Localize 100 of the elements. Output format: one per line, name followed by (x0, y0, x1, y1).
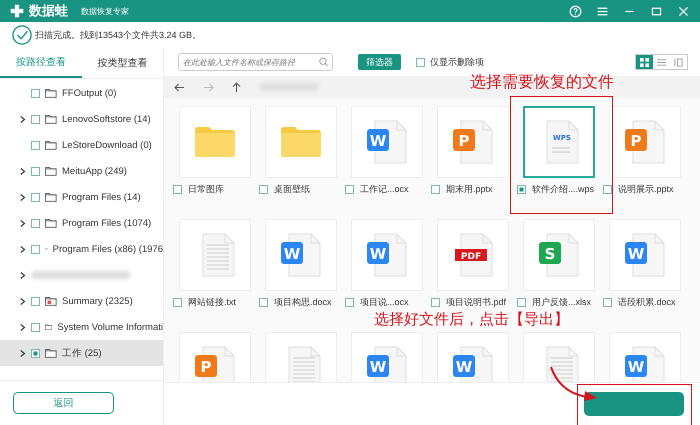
checkbox[interactable] (31, 244, 40, 254)
tree-row[interactable]: Program Files (1074) (0, 210, 163, 236)
folder-label[interactable]: LenovoSoftstore (14) (62, 114, 151, 124)
tree-row[interactable]: Program Files (x86) (1976 (0, 236, 163, 262)
folder-label[interactable]: Program Files (1074) (62, 218, 152, 228)
up-arrow-icon[interactable] (232, 82, 241, 92)
tree-row[interactable]: System Volume Informati (0, 314, 163, 340)
folder-label[interactable]: MeituApp (249) (62, 166, 127, 176)
checkbox[interactable] (345, 298, 354, 306)
checkbox[interactable] (173, 184, 182, 194)
file-tile[interactable]: W (350, 219, 422, 291)
folder-label[interactable]: Summary (2325) (62, 296, 133, 306)
annotation-text: 选择好文件后，点击【导出】 (374, 311, 569, 329)
file-name: 软件介绍....wps (532, 182, 594, 196)
file-tile[interactable]: W (436, 332, 508, 382)
folder-icon (280, 127, 320, 157)
chevron-icon[interactable] (20, 322, 26, 332)
check-circle-icon (12, 25, 32, 45)
cross-logo-icon (10, 4, 24, 18)
checkbox[interactable] (517, 184, 526, 194)
grid-view-button[interactable] (636, 55, 653, 69)
file-tile[interactable] (264, 106, 336, 178)
checkbox[interactable] (431, 298, 440, 306)
folder-icon (45, 88, 57, 98)
chevron-icon[interactable] (20, 218, 26, 228)
view-tab[interactable]: 按类型查看 (82, 48, 163, 78)
checkbox[interactable] (31, 322, 40, 332)
tree-row[interactable]: MeituApp (249) (0, 158, 163, 184)
checkbox[interactable] (603, 298, 612, 306)
menu-icon[interactable] (596, 4, 609, 18)
folder-label[interactable]: FFOutput (0) (62, 88, 116, 98)
checkbox[interactable] (416, 58, 425, 66)
chevron-icon[interactable] (20, 114, 26, 124)
export-button[interactable] (584, 392, 684, 416)
chevron-icon[interactable] (20, 166, 26, 176)
folder-icon (45, 322, 52, 332)
chevron-icon[interactable] (20, 348, 26, 358)
folder-icon (45, 192, 57, 202)
checkbox[interactable] (31, 296, 40, 306)
search-field[interactable]: 在此处输入文件名称或保存路径 (178, 53, 333, 71)
checkbox[interactable] (173, 298, 182, 306)
tree-row[interactable]: FFOutput (0) (0, 80, 163, 106)
file-tile[interactable]: W (608, 219, 680, 291)
folder-icon (45, 218, 57, 228)
checkbox[interactable] (31, 166, 40, 176)
panel-icon (674, 58, 683, 66)
tree-row[interactable]: Summary (2325) (0, 288, 163, 314)
file-tile[interactable]: W (608, 332, 680, 382)
maximize-icon[interactable] (650, 4, 663, 18)
file-name: 项目构思.docx (274, 296, 332, 308)
checkbox[interactable] (31, 88, 40, 98)
checkbox[interactable] (259, 298, 268, 306)
back-arrow-icon[interactable] (174, 82, 185, 92)
filter-button[interactable]: 筛选器 (358, 54, 401, 70)
close-icon[interactable] (677, 4, 690, 18)
checkbox[interactable] (31, 348, 40, 358)
folder-icon (194, 127, 234, 157)
tree-row[interactable]: LeStoreDownload (0) (0, 132, 163, 158)
folder-icon (45, 348, 57, 358)
folder-label[interactable]: LeStoreDownload (0) (62, 140, 152, 150)
file-tile[interactable] (178, 219, 250, 291)
checkbox[interactable] (31, 114, 40, 124)
folder-icon (45, 140, 57, 150)
grid-icon (640, 58, 649, 66)
file-name: 桌面壁纸 (274, 182, 310, 196)
file-name: 项目说明书.pdf (446, 296, 506, 308)
forward-arrow-icon[interactable] (203, 82, 214, 92)
chevron-icon[interactable] (20, 192, 26, 202)
file-name: 说明展示.pptx (618, 182, 674, 196)
folder-label[interactable]: Program Files (x86) (1976 (52, 244, 163, 254)
file-name: 日常图库 (188, 182, 224, 196)
file-name: 用户反馈...xlsx (532, 296, 592, 308)
file-tile[interactable]: W (350, 332, 422, 382)
tree-row[interactable]: Program Files (14) (0, 184, 163, 210)
chevron-icon[interactable] (20, 270, 26, 280)
app-name: 数据蛙 (29, 2, 68, 20)
chevron-icon[interactable] (20, 244, 26, 254)
checkbox[interactable] (31, 218, 40, 228)
folder-label[interactable]: 工作 (25) (62, 346, 102, 360)
checkbox[interactable] (259, 184, 268, 194)
checkbox[interactable] (517, 298, 526, 306)
chevron-icon[interactable] (20, 296, 26, 306)
file-name: 期末用.pptx (446, 182, 493, 196)
folder-label[interactable]: Program Files (14) (62, 192, 141, 202)
file-tile[interactable]: W (350, 106, 422, 178)
file-tile[interactable] (178, 106, 250, 178)
checkbox[interactable] (603, 184, 612, 194)
tree-row[interactable]: LenovoSoftstore (14) (0, 106, 163, 132)
help-icon[interactable] (569, 4, 582, 18)
checkbox[interactable] (31, 140, 40, 150)
checkbox[interactable] (345, 184, 354, 194)
back-button[interactable]: 返回 (13, 392, 114, 414)
file-tile[interactable]: PDF (436, 219, 508, 291)
file-name: 语段积累.docx (618, 296, 676, 308)
checkbox[interactable] (31, 192, 40, 202)
file-tile[interactable]: W (264, 219, 336, 291)
checkbox-label[interactable]: 仅显示删除项 (430, 56, 484, 68)
checkbox[interactable] (431, 184, 440, 194)
folder-label[interactable]: System Volume Informati (57, 322, 163, 332)
tree-row[interactable]: 工作 (25) (0, 340, 163, 366)
